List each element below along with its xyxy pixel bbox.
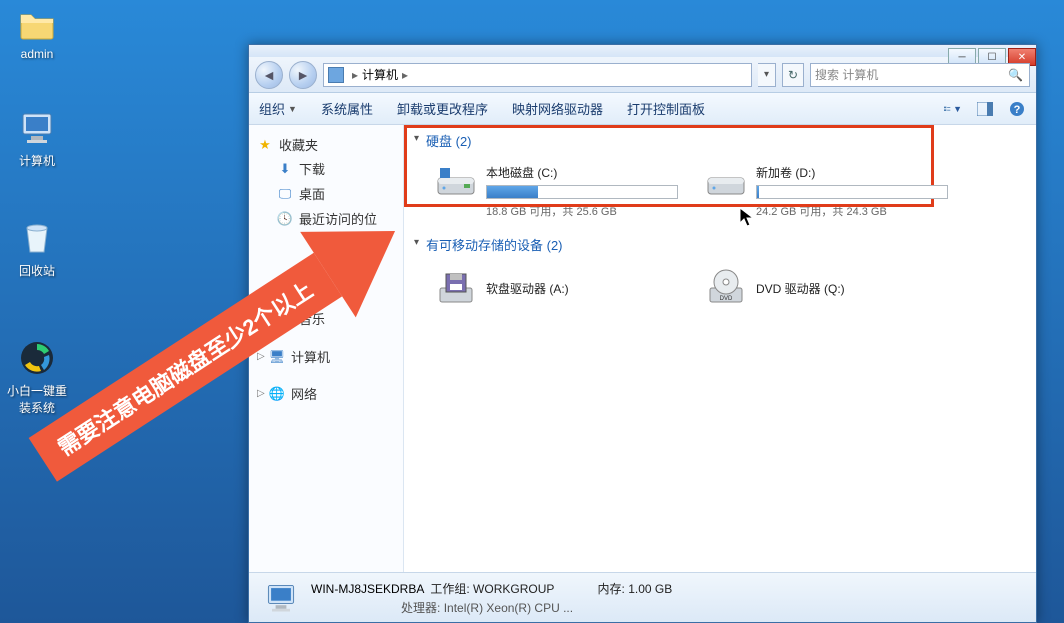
tree-expand-icon[interactable]: ▷ <box>257 351 269 362</box>
hdd-icon <box>436 164 476 204</box>
sidebar-favorites[interactable]: ★收藏夹 <box>249 133 403 156</box>
collapse-icon[interactable]: ▾ <box>414 237 419 248</box>
status-workgroup: WORKGROUP <box>473 582 554 596</box>
breadcrumb-location[interactable]: 计算机 <box>362 66 398 83</box>
desktop-icon-admin[interactable]: admin <box>6 3 68 61</box>
open-control-panel-button[interactable]: 打开控制面板 <box>627 99 705 118</box>
view-options-button[interactable]: ▼ <box>944 100 962 118</box>
sidebar-desktop[interactable]: 🖵桌面 <box>249 181 403 206</box>
status-workgroup-label: 工作组: <box>430 582 469 596</box>
recent-icon: 🕓 <box>277 211 293 227</box>
drive-floppy[interactable]: 软盘驱动器 (A:) <box>432 264 682 312</box>
drive-usage-bar <box>756 185 948 199</box>
computer-icon <box>328 67 344 83</box>
desktop-icon-label: admin <box>6 47 68 61</box>
dvd-icon: DVD <box>706 268 746 308</box>
desktop-icon-label: 计算机 <box>6 152 68 169</box>
map-network-drive-button[interactable]: 映射网络驱动器 <box>512 99 603 118</box>
sidebar-network[interactable]: ▷🌐网络 <box>249 382 403 405</box>
desktop-icon: 🖵 <box>277 186 293 202</box>
breadcrumb-separator: ▸ <box>352 68 358 82</box>
desktop-icon-recycle[interactable]: 回收站 <box>6 218 68 279</box>
preview-pane-button[interactable] <box>976 100 994 118</box>
svg-text:DVD: DVD <box>720 296 733 302</box>
refresh-button[interactable]: ↻ <box>782 63 804 87</box>
sidebar-downloads[interactable]: ⬇下载 <box>249 156 403 181</box>
address-bar[interactable]: ▸ 计算机 ▸ <box>323 63 752 87</box>
svg-text:?: ? <box>1014 104 1021 116</box>
drive-stat: 24.2 GB 可用，共 24.3 GB <box>756 203 948 219</box>
search-placeholder: 搜索 计算机 <box>815 66 878 83</box>
downloads-icon: ⬇ <box>277 161 293 177</box>
drive-name: DVD 驱动器 (Q:) <box>756 280 845 297</box>
sidebar-recent[interactable]: 🕓最近访问的位 <box>249 206 403 231</box>
sidebar-documents[interactable]: 📄文档 <box>249 281 403 306</box>
drive-name: 本地磁盘 (C:) <box>486 164 678 181</box>
status-cpu: Intel(R) Xeon(R) CPU ... <box>444 601 573 615</box>
sidebar-computer[interactable]: ▷🖥计算机 <box>249 345 403 368</box>
desktop-icon-label: 回收站 <box>6 262 68 279</box>
section-header-removable[interactable]: ▾有可移动存储的设备 (2) <box>414 233 1026 260</box>
floppy-icon <box>436 268 476 308</box>
titlebar[interactable]: ─ ☐ ✕ <box>249 45 1036 57</box>
search-icon[interactable]: 🔍 <box>1008 68 1023 82</box>
navigation-pane: ★收藏夹 ⬇下载 🖵桌面 🕓最近访问的位 📄文档 ♪音乐 ▷🖥计算机 ▷🌐网络 <box>249 125 404 572</box>
collapse-icon[interactable]: ▾ <box>414 133 419 144</box>
sidebar-music[interactable]: ♪音乐 <box>249 306 403 331</box>
documents-icon: 📄 <box>277 286 293 302</box>
organize-menu[interactable]: 组织▼ <box>259 99 297 118</box>
toolbar: 组织▼ 系统属性 卸载或更改程序 映射网络驱动器 打开控制面板 ▼ ? <box>249 93 1036 125</box>
details-pane: WIN-MJ8JSEKDRBA 工作组: WORKGROUP 内存: 1.00 … <box>249 572 1036 622</box>
forward-button[interactable]: ► <box>289 61 317 89</box>
uninstall-programs-button[interactable]: 卸载或更改程序 <box>397 99 488 118</box>
computer-icon <box>263 580 299 616</box>
drive-dvd[interactable]: DVD DVD 驱动器 (Q:) <box>702 264 952 312</box>
help-button[interactable]: ? <box>1008 100 1026 118</box>
status-mem: 1.00 GB <box>628 582 672 596</box>
drive-name: 软盘驱动器 (A:) <box>486 280 569 297</box>
tree-expand-icon[interactable]: ▷ <box>257 388 269 399</box>
drive-c[interactable]: 本地磁盘 (C:) 18.8 GB 可用，共 25.6 GB <box>432 160 682 223</box>
drive-usage-bar <box>486 185 678 199</box>
network-icon: 🌐 <box>269 386 285 402</box>
section-header-hdd[interactable]: ▾硬盘 (2) <box>414 129 1026 156</box>
reinstall-icon <box>17 338 57 378</box>
computer-icon <box>17 108 57 148</box>
system-properties-button[interactable]: 系统属性 <box>321 99 373 118</box>
breadcrumb-separator: ▸ <box>402 68 408 82</box>
hdd-icon <box>706 164 746 204</box>
drive-stat: 18.8 GB 可用，共 25.6 GB <box>486 203 678 219</box>
folder-icon <box>17 3 57 43</box>
search-input[interactable]: 搜索 计算机 🔍 <box>810 63 1030 87</box>
desktop-icon-xiaobai[interactable]: 小白一键重 装系统 <box>6 338 68 416</box>
explorer-window: ─ ☐ ✕ ◄ ► ▸ 计算机 ▸ ▾ ↻ 搜索 计算机 🔍 组织▼ 系统属性 … <box>248 44 1037 623</box>
status-hostname: WIN-MJ8JSEKDRBA <box>311 582 424 596</box>
status-mem-label: 内存: <box>598 582 625 596</box>
status-cpu-label: 处理器: <box>401 601 440 615</box>
mouse-cursor-icon <box>740 208 756 233</box>
drive-name: 新加卷 (D:) <box>756 164 948 181</box>
desktop-icon-label: 小白一键重 装系统 <box>6 382 68 416</box>
computer-icon: 🖥 <box>269 349 285 365</box>
address-history-dropdown[interactable]: ▾ <box>758 63 776 87</box>
star-icon: ★ <box>257 137 273 153</box>
recycle-icon <box>17 218 57 258</box>
back-button[interactable]: ◄ <box>255 61 283 89</box>
content-pane: ▾硬盘 (2) 本地磁盘 (C:) 18.8 GB 可用，共 25.6 GB <box>404 125 1036 572</box>
desktop-icon-computer[interactable]: 计算机 <box>6 108 68 169</box>
nav-bar: ◄ ► ▸ 计算机 ▸ ▾ ↻ 搜索 计算机 🔍 <box>249 57 1036 93</box>
music-icon: ♪ <box>277 311 293 327</box>
